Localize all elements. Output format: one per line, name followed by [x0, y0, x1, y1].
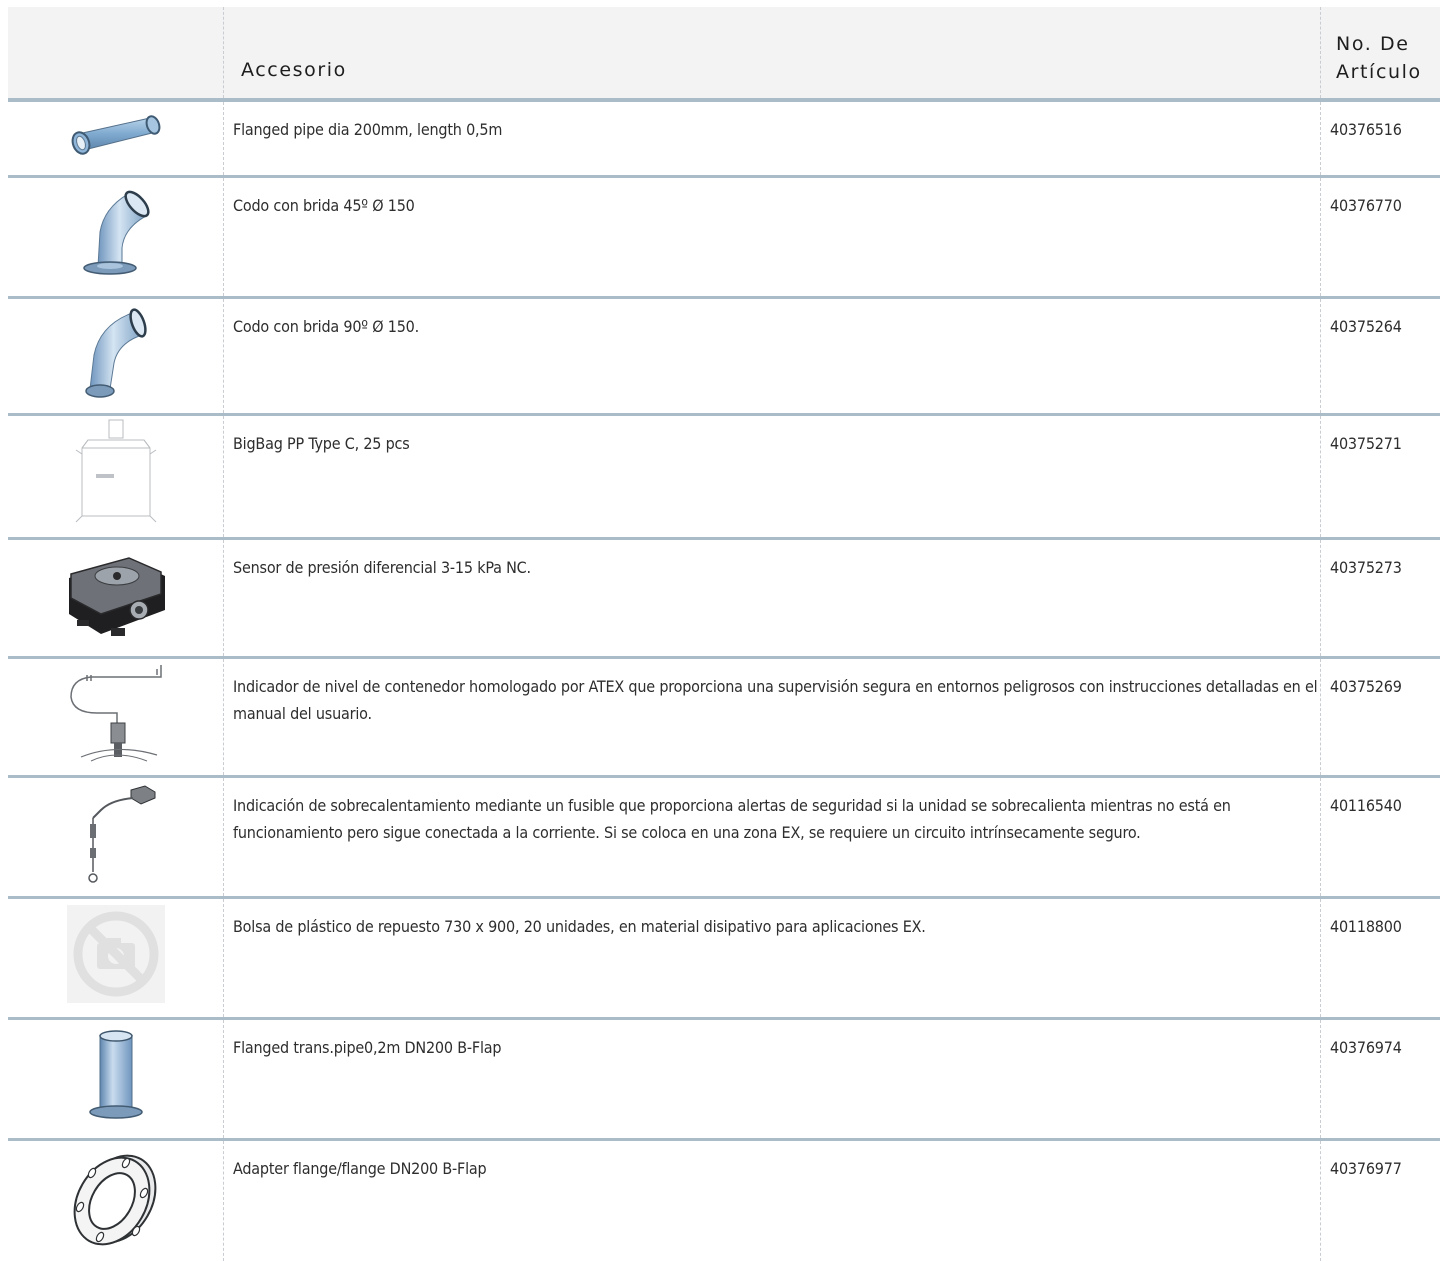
table-header: Accesorio No. De Artículo [8, 7, 1440, 102]
table-row: Sensor de presión diferencial 3-15 kPa N… [8, 540, 1440, 659]
table-row: Bolsa de plástico de repuesto 730 x 900,… [8, 899, 1440, 1020]
no-image-icon [66, 905, 165, 1003]
table-row: Adapter flange/flange DN200 B-Flap 40376… [8, 1141, 1440, 1261]
thumbnail-cell [8, 416, 223, 537]
article-number: 40118800 [1320, 899, 1440, 1017]
thumbnail-cell [8, 659, 223, 775]
transition-pipe-icon [88, 1030, 143, 1119]
adapter-flange-icon [73, 1154, 156, 1246]
article-number: 40376977 [1320, 1141, 1440, 1261]
thumbnail-cell [8, 1020, 223, 1138]
fuse-indicator-icon [87, 785, 155, 883]
accessories-table: Accesorio No. De Artículo Flanged pipe d… [8, 7, 1440, 1261]
accessory-description: Codo con brida 90º Ø 150. [223, 299, 1320, 413]
thumbnail-cell [8, 299, 223, 413]
thumbnail-cell [8, 778, 223, 896]
article-number: 40375273 [1320, 540, 1440, 656]
accessory-description: Codo con brida 45º Ø 150 [223, 178, 1320, 296]
elbow-45-icon [82, 190, 150, 275]
accessory-description: Indicación de sobrecalentamiento mediant… [223, 778, 1320, 896]
header-accessory: Accesorio [223, 7, 1320, 98]
article-number: 40376974 [1320, 1020, 1440, 1138]
thumbnail-cell [8, 1141, 223, 1261]
article-number: 40375264 [1320, 299, 1440, 413]
table-row: Indicador de nivel de contenedor homolog… [8, 659, 1440, 778]
thumbnail-cell [8, 899, 223, 1017]
thumbnail-cell [8, 178, 223, 296]
table-row: Codo con brida 45º Ø 150 40376770 [8, 178, 1440, 299]
bigbag-icon [75, 419, 156, 523]
accessory-description: Adapter flange/flange DN200 B-Flap [223, 1141, 1320, 1261]
thumbnail-cell [8, 102, 223, 175]
pressure-sensor-icon [68, 557, 165, 636]
flanged-pipe-icon [71, 115, 160, 155]
article-number: 40375269 [1320, 659, 1440, 775]
table-row: BigBag PP Type C, 25 pcs 40375271 [8, 416, 1440, 540]
article-number: 40116540 [1320, 778, 1440, 896]
article-number: 40375271 [1320, 416, 1440, 537]
accessory-description: Flanged trans.pipe0,2m DN200 B-Flap [223, 1020, 1320, 1138]
thumbnail-cell [8, 540, 223, 656]
table-row: Codo con brida 90º Ø 150. 40375264 [8, 299, 1440, 416]
header-article-number: No. De Artículo [1320, 7, 1440, 98]
accessory-description: Flanged pipe dia 200mm, length 0,5m [223, 102, 1320, 175]
article-number: 40376516 [1320, 102, 1440, 175]
accessory-description: Sensor de presión diferencial 3-15 kPa N… [223, 540, 1320, 656]
table-row: Indicación de sobrecalentamiento mediant… [8, 778, 1440, 899]
elbow-90-icon [84, 308, 147, 398]
header-article-number-line2: Artículo [1336, 61, 1422, 83]
header-image-column [8, 7, 223, 98]
accessory-description: Bolsa de plástico de repuesto 730 x 900,… [223, 899, 1320, 1017]
accessory-description: BigBag PP Type C, 25 pcs [223, 416, 1320, 537]
accessory-description: Indicador de nivel de contenedor homolog… [223, 659, 1320, 775]
level-indicator-icon [69, 665, 162, 762]
article-number: 40376770 [1320, 178, 1440, 296]
header-article-number-line1: No. De [1336, 33, 1410, 55]
table-row: Flanged pipe dia 200mm, length 0,5m 4037… [8, 102, 1440, 178]
table-row: Flanged trans.pipe0,2m DN200 B-Flap 4037… [8, 1020, 1440, 1141]
